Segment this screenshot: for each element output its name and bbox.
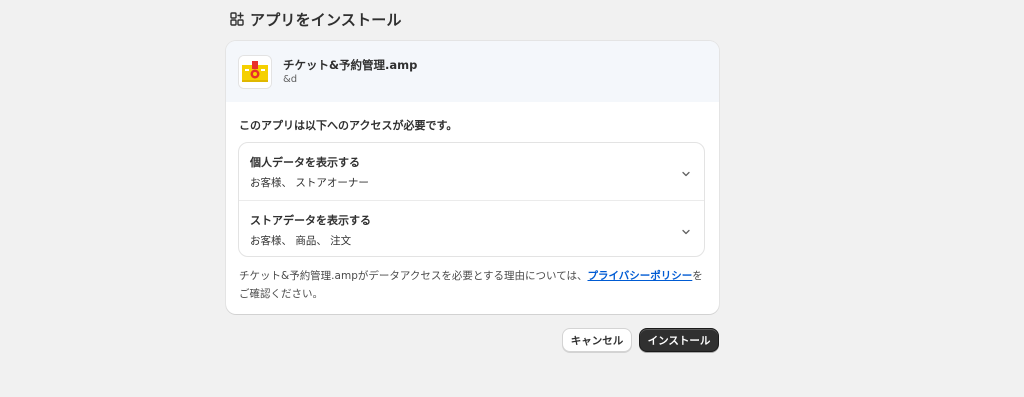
access-title: このアプリは以下へのアクセスが必要です。 bbox=[239, 119, 458, 132]
app-logo-icon bbox=[238, 55, 272, 89]
app-developer: &d bbox=[283, 74, 298, 85]
permission-title: 個人データを表示する bbox=[250, 156, 360, 169]
app-name: チケット&予約管理.amp bbox=[283, 58, 418, 72]
app-info-row: チケット&予約管理.amp &d bbox=[226, 41, 719, 102]
permission-title: ストアデータを表示する bbox=[250, 214, 371, 227]
page-header: アプリをインストール bbox=[230, 9, 402, 29]
privacy-policy-link[interactable]: プライバシーポリシー bbox=[588, 270, 693, 282]
install-button[interactable]: インストール bbox=[639, 328, 719, 352]
permission-description: お客様、 商品、 注文 bbox=[250, 235, 352, 247]
install-app-page: アプリをインストール チケット&予約管理.amp &d このアプリは以下へのアク… bbox=[0, 0, 1024, 397]
page-title: アプリをインストール bbox=[250, 10, 402, 29]
cancel-button[interactable]: キャンセル bbox=[562, 328, 632, 352]
chevron-down-icon[interactable] bbox=[680, 223, 692, 235]
install-card: チケット&予約管理.amp &d このアプリは以下へのアクセスが必要です。 個人… bbox=[226, 41, 719, 314]
apps-icon bbox=[230, 12, 244, 26]
permission-store-data[interactable]: ストアデータを表示する お客様、 商品、 注文 bbox=[239, 200, 704, 256]
permission-description: お客様、 ストアオーナー bbox=[250, 177, 369, 189]
privacy-note-text: チケット&予約管理.ampがデータアクセスを必要とする理由については、 bbox=[239, 270, 588, 282]
permissions-list: 個人データを表示する お客様、 ストアオーナー ストアデータを表示する お客様、… bbox=[238, 142, 705, 257]
chevron-down-icon[interactable] bbox=[680, 165, 692, 177]
permission-personal-data[interactable]: 個人データを表示する お客様、 ストアオーナー bbox=[239, 143, 704, 200]
privacy-note: チケット&予約管理.ampがデータアクセスを必要とする理由については、プライバシ… bbox=[239, 267, 707, 303]
